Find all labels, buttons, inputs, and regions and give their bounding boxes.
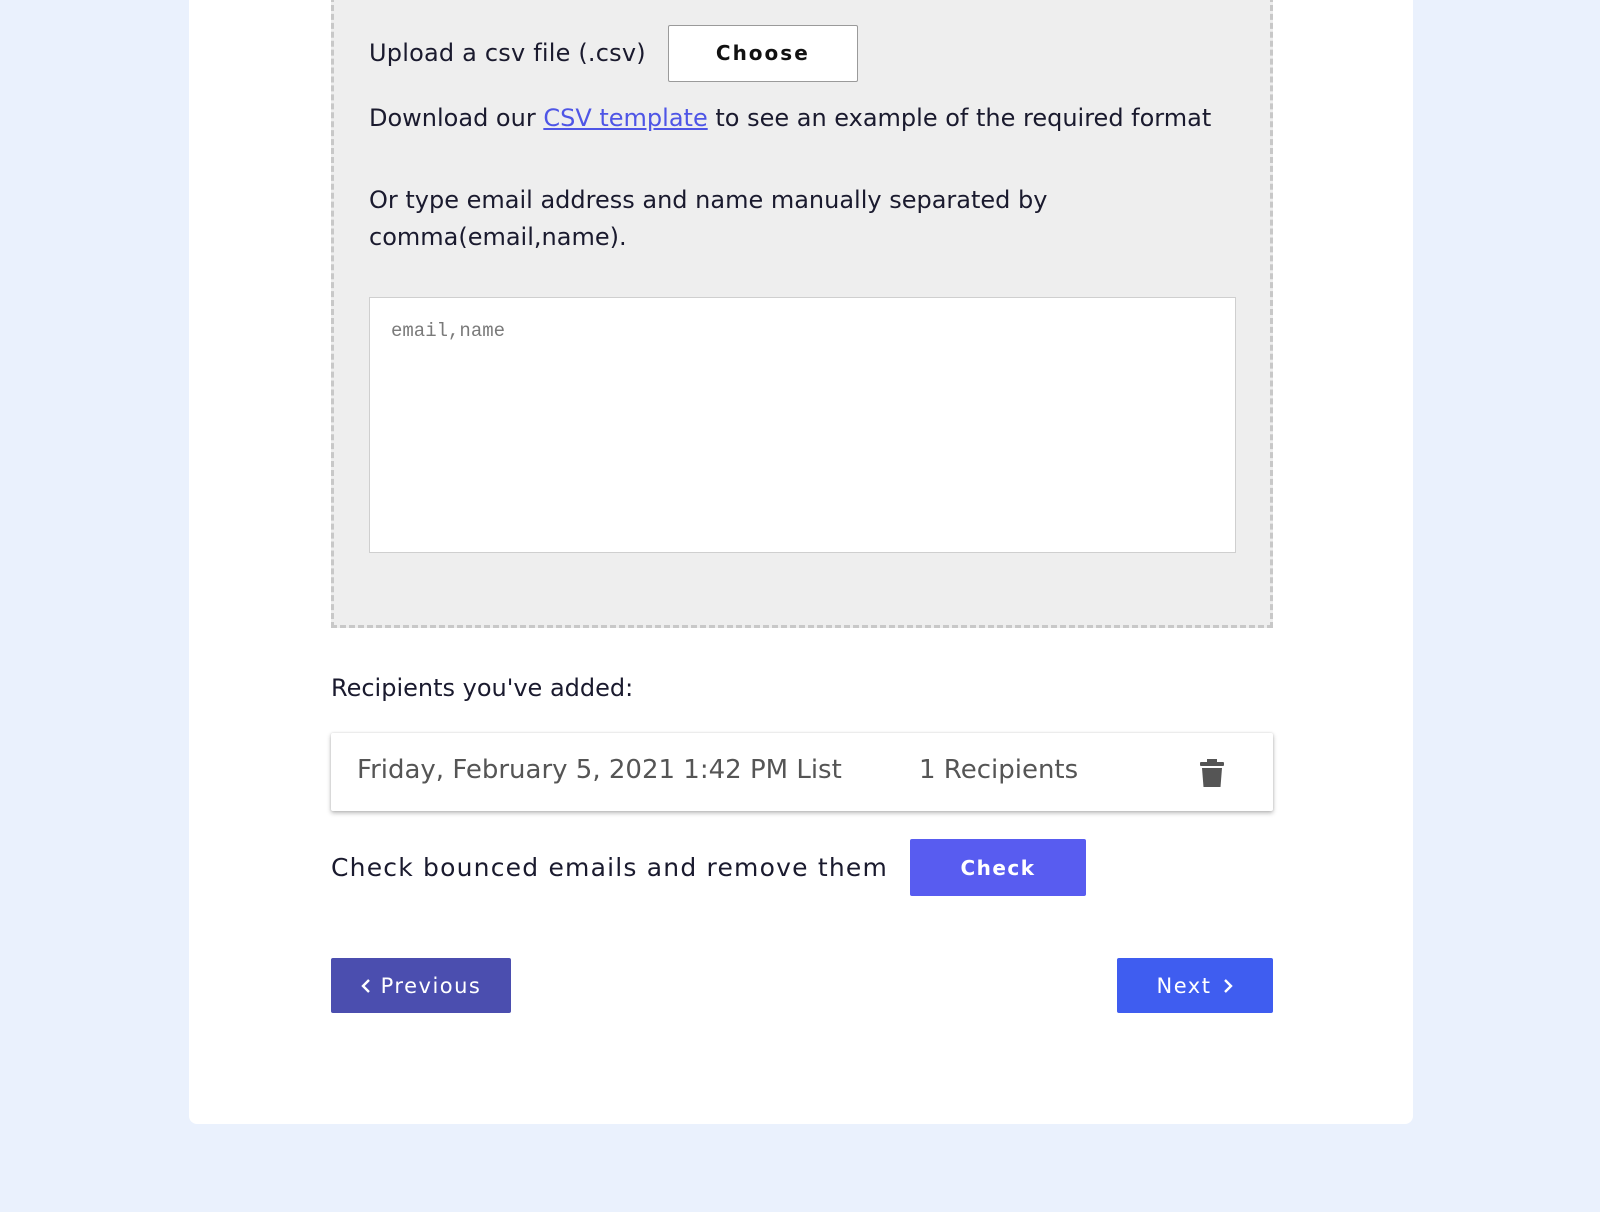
choose-file-button[interactable]: Choose xyxy=(667,24,858,82)
next-button[interactable]: Next xyxy=(1117,958,1273,1013)
next-label: Next xyxy=(1156,973,1212,998)
download-prefix: Download our xyxy=(369,104,544,132)
bounce-check-row: Check bounced emails and remove them Che… xyxy=(331,839,1087,896)
manual-recipients-input[interactable] xyxy=(369,297,1236,553)
download-template-text: Download our CSV template to see an exam… xyxy=(369,104,1211,132)
manual-entry-instructions: Or type email address and name manually … xyxy=(369,186,1048,251)
upload-row: Upload a csv file (.csv) Choose xyxy=(369,24,858,82)
recipient-count: 1 Recipients xyxy=(919,755,1079,785)
recipients-heading: Recipients you've added: xyxy=(331,674,634,702)
chevron-right-icon xyxy=(1224,978,1234,993)
bounce-check-label: Check bounced emails and remove them xyxy=(331,853,889,882)
previous-label: Previous xyxy=(380,973,482,998)
check-bounced-button[interactable]: Check xyxy=(910,839,1087,896)
download-suffix: to see an example of the required format xyxy=(707,104,1212,132)
recipient-list-row: Friday, February 5, 2021 1:42 PM List 1 … xyxy=(331,733,1273,811)
recipient-list-name: Friday, February 5, 2021 1:42 PM List xyxy=(357,755,842,785)
upload-label: Upload a csv file (.csv) xyxy=(369,39,646,67)
trash-icon[interactable] xyxy=(1199,759,1225,787)
csv-template-link[interactable]: CSV template xyxy=(543,104,707,132)
previous-button[interactable]: Previous xyxy=(331,958,511,1013)
chevron-left-icon xyxy=(360,978,370,993)
